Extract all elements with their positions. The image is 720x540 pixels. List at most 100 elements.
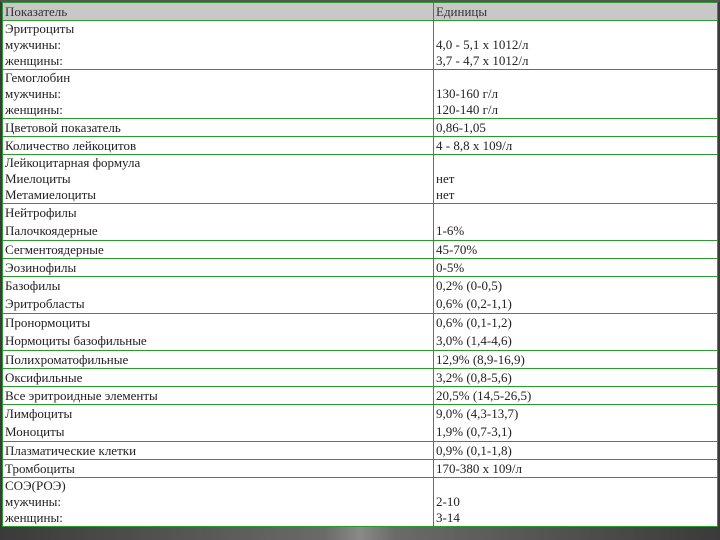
table-row: Эритроциты мужчины: женщины: 4,0 - 5,1 x 10…: [2, 20, 718, 70]
value-text: 4,0 - 5,1 x 1012/л: [436, 37, 529, 52]
units-cell: 0,6% (0,1-1,2) 3,0% (1,4-4,6): [433, 313, 718, 351]
indicator-text: Цветовой показатель: [5, 120, 121, 135]
indicator-cell: Сегментоядерные: [2, 240, 434, 259]
indicator-cell: СОЭ(РОЭ) мужчины: женщины:: [2, 477, 434, 527]
indicator-text: женщины:: [5, 102, 63, 117]
indicator-cell: Цветовой показатель: [2, 118, 434, 137]
table-row: СОЭ(РОЭ) мужчины: женщины: 2-10 3-14: [2, 477, 718, 527]
value-text: 0,6% (0,2-1,1): [436, 296, 512, 311]
indicator-cell: Оксифильные: [2, 368, 434, 387]
value-text: 2-10: [436, 494, 460, 509]
indicator-cell: Все эритроидные элементы: [2, 386, 434, 405]
value-text: 1,9% (0,7-3,1): [436, 424, 512, 439]
value-text: [436, 70, 717, 86]
indicator-text: Палочкоядерные: [5, 223, 98, 238]
indicator-text: Тромбоциты: [5, 461, 75, 476]
indicator-text: Сегментоядерные: [5, 242, 104, 257]
indicator-cell: Гемоглобин мужчины: женщины:: [2, 69, 434, 119]
value-text: 0,2% (0-0,5): [436, 278, 503, 293]
indicator-cell: Нейтрофилы Палочкоядерные: [2, 203, 434, 241]
value-text: 3,7 - 4,7 x 1012/л: [436, 53, 529, 68]
indicator-text: Гемоглобин: [5, 70, 71, 85]
value-text: нет: [436, 187, 455, 202]
units-cell: 130-160 г/л 120-140 г/л: [433, 69, 718, 119]
indicator-text: женщины:: [5, 53, 63, 68]
indicator-text: Нейтрофилы: [5, 205, 77, 220]
indicator-cell: Пронормоциты Нормоциты базофильные: [2, 313, 434, 351]
indicator-text: Эритробласты: [5, 296, 85, 311]
indicator-text: женщины:: [5, 510, 63, 525]
indicator-text: Лимфоциты: [5, 406, 73, 421]
table-row: Плазматические клетки 0,9% (0,1-1,8): [2, 441, 718, 460]
indicator-cell: Полихроматофильные: [2, 350, 434, 369]
indicator-text: Эозинофилы: [5, 260, 77, 275]
indicator-text: Моноциты: [5, 424, 65, 439]
table-row: Все эритроидные элементы 20,5% (14,5-26,5…: [2, 386, 718, 405]
indicator-text: Лейкоцитарная формула: [5, 155, 141, 170]
indicator-text: Все эритроидные элементы: [5, 388, 158, 403]
indicator-text: Эритроциты: [5, 21, 75, 36]
table-row: Пронормоциты Нормоциты базофильные 0,6% (0…: [2, 313, 718, 351]
units-cell: 45-70%: [433, 240, 718, 259]
indicator-cell: Количество лейкоцитов: [2, 136, 434, 155]
units-cell: 4,0 - 5,1 x 1012/л 3,7 - 4,7 x 1012/л: [433, 20, 718, 70]
table-row: Лейкоцитарная формула Миелоциты Метамиелоц…: [2, 154, 718, 204]
units-cell: 2-10 3-14: [433, 477, 718, 527]
table-row: Цветовой показатель 0,86-1,05: [2, 118, 718, 137]
value-text: 120-140 г/л: [436, 102, 499, 117]
indicator-cell: Эритроциты мужчины: женщины:: [2, 20, 434, 70]
indicator-text: Количество лейкоцитов: [5, 138, 137, 153]
indicator-text: Базофилы: [5, 278, 61, 293]
table-row: Сегментоядерные 45-70%: [2, 240, 718, 259]
units-cell: 20,5% (14,5-26,5): [433, 386, 718, 405]
units-cell: 3,2% (0,8-5,6): [433, 368, 718, 387]
value-text: 0,6% (0,1-1,2): [436, 315, 512, 330]
value-text: 3,0% (1,4-4,6): [436, 333, 512, 348]
value-text: 130-160 г/л: [436, 86, 499, 101]
indicator-text: мужчины:: [5, 86, 62, 101]
indicator-text: Пронормоциты: [5, 315, 91, 330]
table-row: Эозинофилы 0-5%: [2, 258, 718, 277]
indicator-text: Оксифильные: [5, 370, 83, 385]
indicator-text: СОЭ(РОЭ): [5, 478, 66, 493]
units-cell: 0,2% (0-0,5) 0,6% (0,2-1,1): [433, 276, 718, 314]
units-cell: 9,0% (4,3-13,7) 1,9% (0,7-3,1): [433, 404, 718, 442]
table-row: Нейтрофилы Палочкоядерные 1-6%: [2, 203, 718, 241]
units-cell: 1-6%: [433, 203, 718, 241]
table-row: Полихроматофильные 12,9% (8,9-16,9): [2, 350, 718, 369]
indicator-cell: Лейкоцитарная формула Миелоциты Метамиелоц…: [2, 154, 434, 204]
value-text: 0,9% (0,1-1,8): [436, 443, 512, 458]
indicator-text: мужчины:: [5, 494, 62, 509]
indicator-text: Нормоциты базофильные: [5, 333, 147, 348]
indicator-text: Миелоциты: [5, 171, 71, 186]
indicator-cell: Тромбоциты: [2, 459, 434, 478]
header-units: Единицы: [433, 2, 718, 21]
value-text: 4 - 8,8 x 109/л: [436, 138, 513, 153]
units-cell: нет нет: [433, 154, 718, 204]
indicator-text: мужчины:: [5, 37, 62, 52]
value-text: 170-380 x 109/л: [436, 461, 522, 476]
value-text: [436, 478, 717, 494]
indicator-cell: Эозинофилы: [2, 258, 434, 277]
value-text: нет: [436, 171, 455, 186]
header-indicator: Показатель: [2, 2, 434, 21]
table-row: Тромбоциты 170-380 x 109/л: [2, 459, 718, 478]
value-text: 0,86-1,05: [436, 120, 486, 135]
units-cell: 0-5%: [433, 258, 718, 277]
value-text: [436, 155, 717, 171]
units-cell: 4 - 8,8 x 109/л: [433, 136, 718, 155]
table-row: Оксифильные 3,2% (0,8-5,6): [2, 368, 718, 387]
units-cell: 0,86-1,05: [433, 118, 718, 137]
table-row: Лимфоциты Моноциты 9,0% (4,3-13,7) 1,9% (0,…: [2, 404, 718, 442]
value-text: 1-6%: [436, 223, 465, 238]
table-row: Базофилы Эритробласты 0,2% (0-0,5) 0,6% (0,…: [2, 276, 718, 314]
table-header-row: Показатель Единицы: [2, 2, 718, 21]
value-text: 0-5%: [436, 260, 465, 275]
value-text: 20,5% (14,5-26,5): [436, 388, 532, 403]
indicator-cell: Лимфоциты Моноциты: [2, 404, 434, 442]
value-text: 9,0% (4,3-13,7): [436, 406, 519, 421]
value-text: 3,2% (0,8-5,6): [436, 370, 512, 385]
units-cell: 12,9% (8,9-16,9): [433, 350, 718, 369]
indicator-cell: Базофилы Эритробласты: [2, 276, 434, 314]
indicator-text: Полихроматофильные: [5, 352, 129, 367]
